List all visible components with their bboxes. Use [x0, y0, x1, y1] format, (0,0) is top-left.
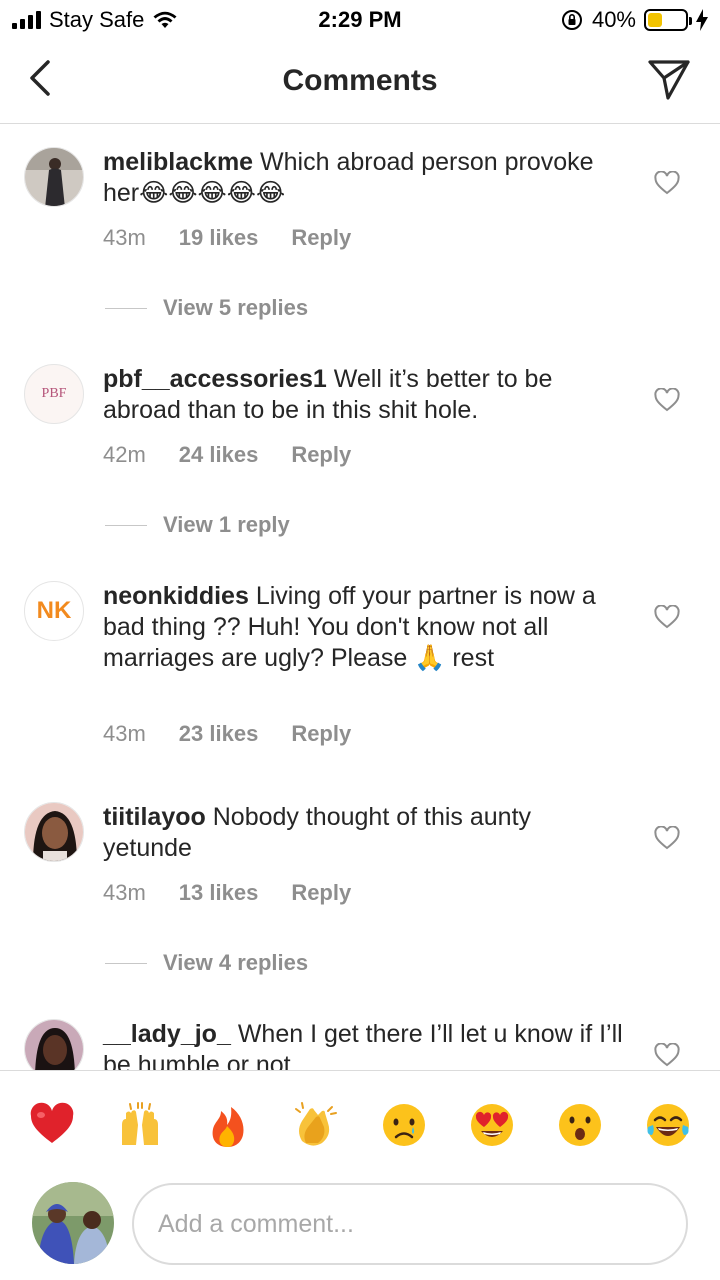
comment-likes[interactable]: 24 likes	[179, 442, 259, 468]
comment-username[interactable]: meliblackme	[103, 148, 253, 176]
avatar[interactable]	[24, 802, 84, 862]
red-heart-icon[interactable]	[28, 1101, 76, 1149]
reply-button[interactable]: Reply	[291, 880, 351, 906]
replies-divider-line	[105, 307, 147, 309]
comment-item: NK neonkiddies Living off your partner i…	[0, 559, 720, 799]
view-replies-label: View 1 reply	[163, 512, 290, 537]
fire-icon[interactable]	[204, 1101, 252, 1149]
comment-time: 43m	[103, 880, 146, 905]
view-replies-label: View 5 replies	[163, 295, 309, 320]
like-heart-icon[interactable]	[654, 1043, 680, 1067]
comment-text: neonkiddies Living off your partner is n…	[103, 581, 623, 674]
comment-item: __lady_jo_ When I get there I’ll let u k…	[0, 997, 720, 1070]
avatar-logo-text: NK	[36, 597, 72, 624]
heart-eyes-icon[interactable]	[468, 1101, 516, 1149]
avatar-logo-text: PBF	[41, 386, 67, 401]
comment-time: 42m	[103, 442, 146, 467]
comment-username[interactable]: __lady_jo_	[103, 1020, 231, 1048]
comment-meta: 42m 24 likes Reply	[103, 442, 351, 468]
send-direct-button[interactable]	[646, 56, 692, 102]
charging-icon	[696, 9, 708, 31]
comment-composer	[0, 1176, 720, 1280]
comment-text: meliblackme Which abroad person provoke …	[103, 147, 623, 209]
laughing-tears-icon[interactable]	[644, 1101, 692, 1149]
crying-face-icon[interactable]	[380, 1101, 428, 1149]
avatar[interactable]: NK	[24, 581, 84, 641]
comment-text: tiitilayoo Nobody thought of this aunty …	[103, 802, 623, 864]
clapping-hands-icon[interactable]	[292, 1101, 340, 1149]
view-replies-button[interactable]: View 4 replies	[105, 950, 308, 976]
avatar-photo	[25, 148, 83, 206]
comment-username[interactable]: tiitilayoo	[103, 803, 206, 831]
comment-time: 43m	[103, 225, 146, 250]
comment-username[interactable]: pbf__accessories1	[103, 365, 327, 393]
add-comment-input[interactable]	[132, 1183, 688, 1265]
comment-text: pbf__accessories1 Well it’s better to be…	[103, 364, 623, 426]
emoji-bar	[0, 1070, 720, 1176]
like-heart-icon[interactable]	[654, 388, 680, 412]
header: Comments	[0, 40, 720, 124]
battery-icon	[644, 9, 692, 31]
avatar-photo	[25, 803, 83, 861]
comment-username[interactable]: neonkiddies	[103, 582, 249, 610]
like-heart-icon[interactable]	[654, 826, 680, 850]
comment-meta: 43m 13 likes Reply	[103, 880, 351, 906]
view-replies-button[interactable]: View 1 reply	[105, 512, 290, 538]
avatar[interactable]: PBF	[24, 364, 84, 424]
avatar[interactable]	[24, 1019, 84, 1070]
like-heart-icon[interactable]	[654, 605, 680, 629]
comment-meta: 43m 23 likes Reply	[103, 721, 351, 747]
comment-text: __lady_jo_ When I get there I’ll let u k…	[103, 1019, 623, 1070]
view-replies-label: View 4 replies	[163, 950, 309, 975]
orientation-lock-icon	[561, 10, 582, 30]
user-avatar-photo	[32, 1182, 114, 1264]
comment-likes[interactable]: 23 likes	[179, 721, 259, 747]
comment-item: tiitilayoo Nobody thought of this aunty …	[0, 780, 720, 995]
comment-likes[interactable]: 19 likes	[179, 225, 259, 251]
like-heart-icon[interactable]	[654, 171, 680, 195]
reply-button[interactable]: Reply	[291, 225, 351, 251]
comment-item: PBF pbf__accessories1 Well it’s better t…	[0, 342, 720, 557]
page-title: Comments	[282, 64, 438, 97]
view-replies-button[interactable]: View 5 replies	[105, 295, 308, 321]
battery-percent: 40%	[591, 7, 636, 32]
avatar[interactable]	[24, 147, 84, 207]
avatar-photo	[25, 1020, 83, 1070]
reply-button[interactable]: Reply	[291, 442, 351, 468]
replies-divider-line	[105, 962, 147, 964]
replies-divider-line	[105, 524, 147, 526]
status-bar: Stay Safe 2:29 PM 40%	[0, 0, 720, 40]
comments-list[interactable]: meliblackme Which abroad person provoke …	[0, 125, 720, 1070]
reply-button[interactable]: Reply	[291, 721, 351, 747]
status-right: 40%	[560, 7, 708, 33]
raised-hands-icon[interactable]	[116, 1101, 164, 1149]
comment-meta: 43m 19 likes Reply	[103, 225, 351, 251]
comment-time: 43m	[103, 721, 146, 746]
comment-item: meliblackme Which abroad person provoke …	[0, 125, 720, 340]
comment-likes[interactable]: 13 likes	[179, 880, 259, 906]
surprised-face-icon[interactable]	[556, 1101, 604, 1149]
user-avatar[interactable]	[32, 1182, 114, 1264]
battery-fill	[648, 13, 663, 27]
